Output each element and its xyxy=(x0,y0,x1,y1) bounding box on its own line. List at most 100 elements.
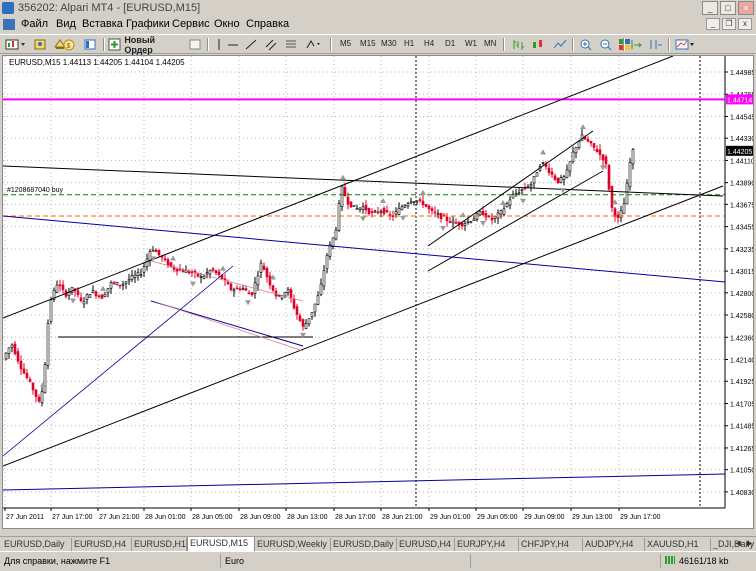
candle-body xyxy=(226,281,230,285)
cursor-icon[interactable] xyxy=(212,37,226,52)
svg-text:$: $ xyxy=(67,43,71,50)
candle-body xyxy=(79,297,83,302)
new-order-button[interactable]: Новый Ордер xyxy=(108,35,183,55)
indicators-dropdown-icon[interactable] xyxy=(674,37,696,52)
candle-body xyxy=(157,249,161,256)
fibonacci-icon[interactable] xyxy=(284,37,298,52)
zoom-in-icon[interactable] xyxy=(578,37,594,52)
shapes-dropdown-icon[interactable] xyxy=(304,37,322,52)
tab-audjpy-h4[interactable]: AUDJPY,H4 xyxy=(583,538,645,551)
navigator-icon[interactable] xyxy=(82,37,98,52)
trendline-icon[interactable] xyxy=(244,37,258,52)
candle-body xyxy=(325,254,329,269)
symbol-ohlc-label: EURUSD,M15 1.44113 1.44205 1.44104 1.442… xyxy=(9,58,185,67)
autotrading-icon[interactable] xyxy=(187,37,203,52)
tab-eurusd-weekly[interactable]: EURUSD,Weekly xyxy=(255,538,331,551)
menu-help[interactable]: Справка xyxy=(246,18,289,30)
candlestick-icon[interactable] xyxy=(530,37,546,52)
horizontal-line-icon[interactable] xyxy=(226,37,240,52)
candle-body xyxy=(565,169,569,178)
tab-eurusd-daily[interactable]: EURUSD,Daily xyxy=(331,538,397,551)
tab-eurusd-h1[interactable]: EURUSD,H1 xyxy=(132,538,187,551)
chart-shift-icon[interactable] xyxy=(648,37,664,52)
chart-close-button[interactable]: x xyxy=(738,18,752,30)
candle-body xyxy=(376,211,380,214)
candle-body xyxy=(70,286,74,293)
candle-body xyxy=(370,211,374,214)
timeframe-m5[interactable]: M5 xyxy=(340,39,351,48)
tab-eurjpy-h4[interactable]: EURJPY,H4 xyxy=(455,538,519,551)
candle-body xyxy=(409,201,413,204)
candle-body xyxy=(49,299,53,322)
timeframe-h4[interactable]: H4 xyxy=(424,39,434,48)
timeframe-mn[interactable]: MN xyxy=(484,39,496,48)
timeframe-m15[interactable]: M15 xyxy=(360,39,376,48)
candle-body xyxy=(346,196,350,205)
candle-body xyxy=(235,287,239,290)
tab-scroll-arrows[interactable]: ◄ ► xyxy=(734,538,754,548)
candle-body xyxy=(46,323,50,366)
chart-minimize-button[interactable]: _ xyxy=(706,18,720,30)
candle-body xyxy=(310,312,314,318)
chart-area[interactable]: 1.449851.447651.445451.443301.441101.438… xyxy=(2,55,754,529)
auto-scroll-icon[interactable] xyxy=(628,37,644,52)
candle-body xyxy=(136,272,140,277)
candle-body xyxy=(229,283,233,291)
toolbar: $ Новый Ордер M5 M15 M30 H1 H4 D1 W1 MN xyxy=(0,34,756,55)
candle-body xyxy=(355,207,359,210)
status-empty xyxy=(470,554,485,568)
tab-eurusd-h4[interactable]: EURUSD,H4 xyxy=(397,538,455,551)
candle-body xyxy=(394,211,398,215)
candle-body xyxy=(271,285,275,291)
candle-body xyxy=(382,208,386,215)
minimize-button[interactable]: _ xyxy=(702,1,718,15)
candle-body xyxy=(148,251,152,261)
tab-eurusd-h4[interactable]: EURUSD,H4 xyxy=(72,538,132,551)
candle-body xyxy=(4,352,8,360)
bar-chart-icon[interactable] xyxy=(510,37,526,52)
candle-body xyxy=(352,205,356,207)
status-profile: Euro xyxy=(220,554,285,568)
close-button[interactable]: × xyxy=(738,1,754,15)
candle-body xyxy=(568,161,572,172)
menu-file[interactable]: Файл xyxy=(21,18,48,30)
price-tick-label: 1.44110 xyxy=(730,158,753,165)
menu-insert[interactable]: Вставка xyxy=(82,18,123,30)
candle-body xyxy=(268,275,272,286)
candle-body xyxy=(412,201,416,204)
candle-body xyxy=(484,213,488,218)
zoom-out-icon[interactable] xyxy=(598,37,614,52)
candle-body xyxy=(88,294,92,298)
order-label: #1208687040 buy xyxy=(7,187,64,194)
menu-tools[interactable]: Сервис xyxy=(172,18,210,30)
channel-icon[interactable] xyxy=(264,37,278,52)
price-tick-label: 1.44985 xyxy=(730,70,753,77)
candle-body xyxy=(103,293,107,297)
chart-restore-button[interactable]: ❐ xyxy=(722,18,736,30)
new-chart-icon[interactable] xyxy=(4,37,28,52)
timeframe-d1[interactable]: D1 xyxy=(445,39,455,48)
candle-body xyxy=(616,214,620,218)
tab-chfjpy-h4[interactable]: CHFJPY,H4 xyxy=(519,538,583,551)
connection-icon xyxy=(665,556,675,564)
menu-window[interactable]: Окно xyxy=(214,18,240,30)
menu-charts[interactable]: Графики xyxy=(126,18,170,30)
market-watch-icon[interactable]: $ xyxy=(60,37,78,52)
menu-view[interactable]: Вид xyxy=(56,18,76,30)
candle-body xyxy=(520,188,524,191)
tab-xauusd-h1[interactable]: XAUUSD,H1 xyxy=(645,538,711,551)
candle-body xyxy=(262,265,266,270)
candle-body xyxy=(85,294,89,300)
profiles-icon[interactable] xyxy=(32,37,48,52)
line-chart-icon[interactable] xyxy=(552,37,568,52)
timeframe-w1[interactable]: W1 xyxy=(465,39,477,48)
candle-body xyxy=(286,289,290,293)
time-tick-label: 28 Jun 13:00 xyxy=(287,514,328,521)
candle-body xyxy=(7,347,11,354)
price-chart[interactable]: 1.449851.447651.445451.443301.441101.438… xyxy=(3,56,753,528)
maximize-button[interactable]: □ xyxy=(720,1,736,15)
timeframe-h1[interactable]: H1 xyxy=(404,39,414,48)
tab-eurusd-m15[interactable]: EURUSD,M15 xyxy=(187,537,255,552)
timeframe-m30[interactable]: M30 xyxy=(381,39,397,48)
tab-eurusd-daily[interactable]: EURUSD,Daily xyxy=(2,538,72,551)
